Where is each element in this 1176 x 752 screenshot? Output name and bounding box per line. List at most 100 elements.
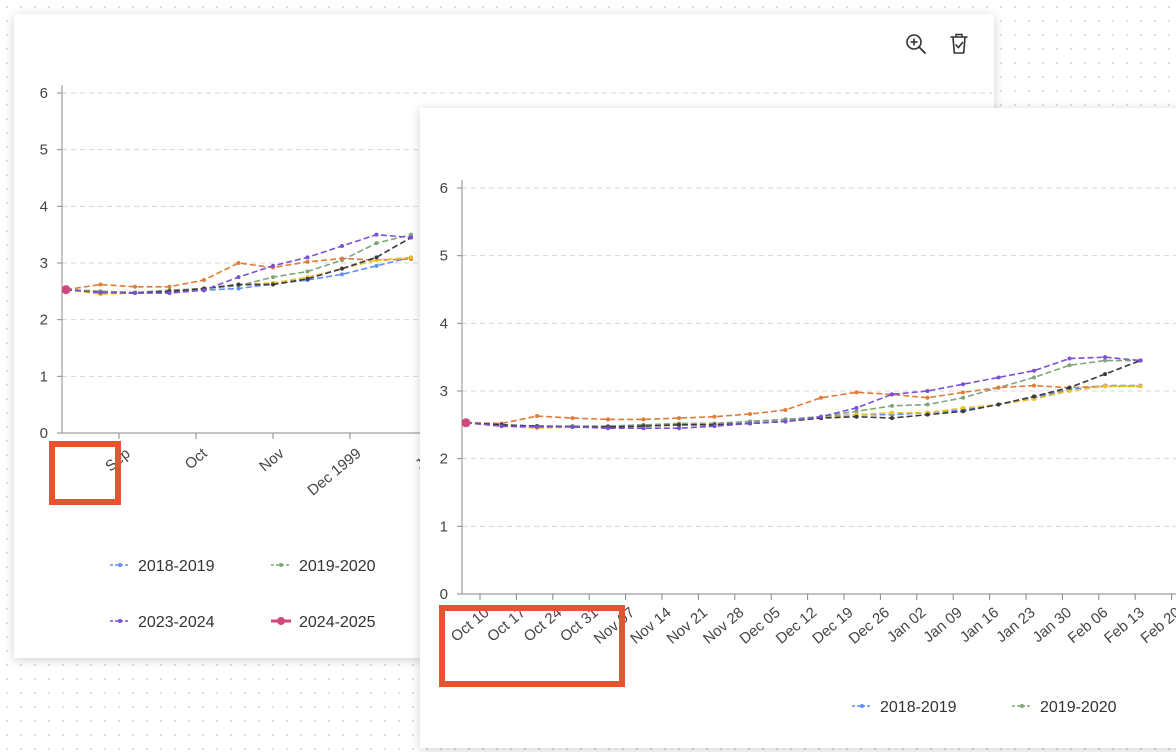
x-tick-label: Feb 06 — [1065, 604, 1112, 647]
y-tick-label: 2 — [40, 312, 48, 329]
x-tick-label: Nov 21 — [664, 604, 711, 648]
x-tick-label: Nov — [256, 445, 288, 475]
legend-marker — [860, 704, 864, 708]
series-e07b39-point — [606, 417, 610, 422]
series-2019-2020-point — [374, 241, 379, 246]
x-tick-label: Feb 13 — [1101, 604, 1148, 647]
legend-label: 2018-2019 — [138, 558, 215, 575]
series-e07b39-point — [925, 395, 930, 400]
series-3a3a3a-point — [854, 414, 859, 419]
y-tick-label: 1 — [440, 518, 448, 535]
series-e07b39-point — [783, 407, 788, 412]
series-3a3a3a-point — [925, 412, 930, 417]
series-e07b39-point — [167, 284, 172, 289]
series-2019-2020-point — [925, 402, 930, 407]
legend-item: 2023-2024 — [110, 614, 215, 631]
series-e07b39-point — [819, 395, 823, 400]
series-2023-2024-point — [98, 290, 103, 295]
y-tick-label: 0 — [440, 586, 448, 603]
series-3a3a3a-point — [890, 416, 894, 421]
y-tick-label: 5 — [440, 248, 448, 265]
series-2023-2024-point — [374, 232, 379, 237]
legend-item: 2018-2019 — [852, 699, 957, 716]
x-tick-label: Feb 20 — [1137, 604, 1176, 647]
series-3a3a3a-point — [1103, 372, 1107, 377]
series-2018-2019-point — [340, 272, 344, 277]
series-2023-2024-point — [570, 424, 575, 429]
x-tick-label: Dec 05 — [736, 604, 783, 648]
legend-marker — [277, 617, 285, 625]
series-2023-2024-point — [996, 375, 1001, 380]
series-2018-2019-point — [374, 263, 379, 268]
series-f2c12e-point — [1103, 384, 1107, 389]
series-e07b39-point — [748, 412, 752, 417]
y-tick-label: 5 — [40, 142, 48, 159]
legend-marker — [118, 619, 122, 623]
series-e07b39-point — [854, 390, 859, 395]
series-2023-2024-point — [167, 291, 172, 296]
series-3a3a3a-point — [961, 409, 965, 414]
series-2019-2020-point — [1067, 363, 1072, 368]
y-tick-label: 1 — [40, 368, 48, 385]
series-2019-2020-point — [305, 269, 310, 274]
series-2023-2024-point — [819, 414, 823, 419]
series-3a3a3a-point — [374, 255, 379, 260]
series-2023-2024-point — [236, 275, 241, 280]
x-tick-label: Jan 02 — [884, 604, 929, 646]
series-e07b39-point — [1032, 383, 1036, 388]
series-3a3a3a-point — [236, 282, 241, 287]
legend-marker — [118, 563, 122, 567]
x-tick-label: Oct — [182, 445, 211, 474]
x-tick-label: Dec 26 — [846, 604, 893, 648]
series-2023-2024-point — [535, 424, 539, 429]
series-2023-2024-point — [606, 426, 610, 431]
series-e07b39-point — [340, 256, 344, 261]
series-2019-2020-point — [1032, 375, 1036, 380]
series-f2c12e-point — [409, 255, 413, 260]
legend-label: 2019-2020 — [299, 558, 376, 575]
y-tick-label: 4 — [40, 198, 48, 215]
series-2024-2025-point — [61, 285, 71, 295]
series-e07b39-point — [236, 261, 241, 265]
series-2023-2024-point — [961, 382, 965, 387]
x-tick-label: Jan 23 — [993, 604, 1038, 646]
series-2023-2024-point — [340, 244, 344, 248]
series-3a3a3a-point — [340, 266, 344, 271]
series-2023-2024-point — [712, 424, 717, 429]
series-e07b39-point — [641, 417, 646, 422]
x-tick-label: Jan 16 — [957, 604, 1002, 646]
legend-label: 2018-2019 — [880, 699, 957, 716]
legend-item: 2019-2020 — [1012, 699, 1117, 716]
series-2019-2020-point — [271, 275, 275, 280]
legend-item: 2019-2020 — [271, 558, 376, 575]
series-e07b39-point — [133, 284, 137, 289]
series-2023-2024-point — [925, 389, 930, 393]
series-e07b39-point — [98, 282, 103, 287]
series-2023-2024-point — [409, 235, 413, 240]
series-3a3a3a-point — [996, 402, 1001, 407]
legend-item: 2018-2019 — [110, 558, 215, 575]
series-e07b39-point — [305, 259, 310, 264]
x-tick-label: Jan 09 — [920, 604, 965, 646]
series-e07b39-point — [996, 385, 1001, 390]
series-e07b39-point — [961, 390, 965, 395]
series-2023-2024-point — [677, 426, 681, 431]
legend-item: 2024-2025 — [271, 614, 376, 631]
series-e07b39-point — [712, 414, 717, 419]
legend-marker — [279, 563, 283, 567]
series-2019-2020-line — [465, 359, 1141, 427]
series-e07b39-point — [570, 416, 575, 421]
series-f2c12e-point — [1138, 384, 1143, 389]
series-3a3a3a-line — [465, 359, 1141, 428]
x-tick-label: Nov 14 — [627, 604, 674, 648]
series-e07b39-point — [535, 414, 539, 419]
series-2023-2024-point — [890, 392, 894, 397]
series-e07b39-point — [677, 416, 681, 421]
y-tick-label: 0 — [40, 425, 48, 442]
series-3a3a3a-point — [1032, 394, 1036, 399]
series-2023-2024-point — [1138, 358, 1143, 363]
series-2019-2020-point — [890, 403, 894, 408]
legend-label: 2024-2025 — [299, 614, 376, 631]
y-tick-label: 3 — [440, 383, 448, 400]
legend-marker — [1020, 704, 1024, 708]
